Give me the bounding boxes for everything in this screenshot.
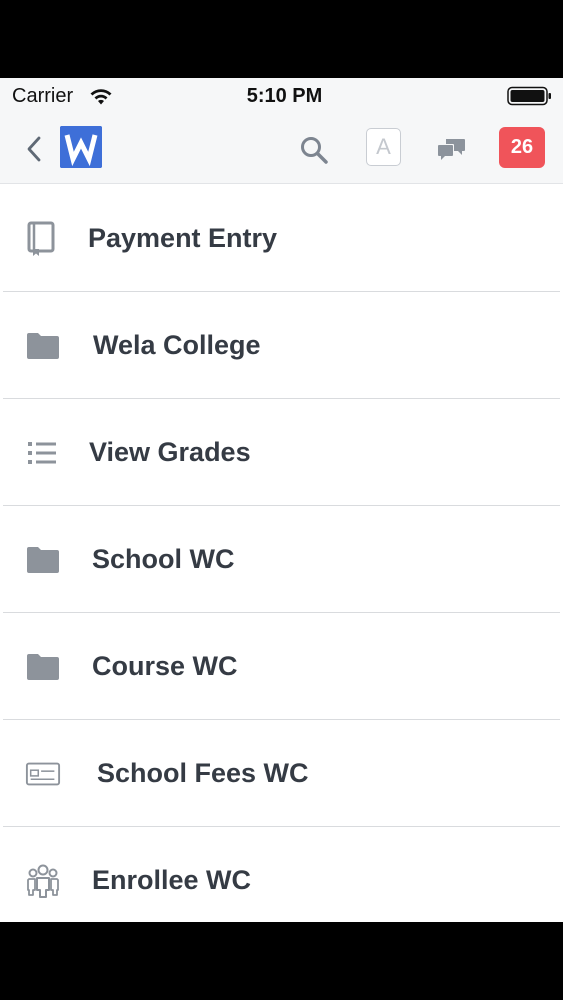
- list-item-label: Wela College: [93, 330, 261, 360]
- group-icon: [25, 863, 61, 899]
- notification-badge[interactable]: 26: [499, 127, 545, 168]
- list-item-label: School Fees WC: [97, 758, 309, 788]
- list-item-label: School WC: [92, 544, 235, 574]
- list-item-enrollee-wc[interactable]: Enrollee WC: [0, 827, 563, 922]
- list-item-label: Enrollee WC: [92, 865, 252, 895]
- list-item-school-wc[interactable]: School WC: [0, 506, 563, 613]
- navigation-bar: A 26: [0, 116, 563, 184]
- list-item-view-grades[interactable]: View Grades: [0, 399, 563, 506]
- list-item-label: View Grades: [89, 437, 251, 467]
- app-screen: Carrier 5:10 PM A 26 Payment Entry Wela …: [0, 78, 563, 922]
- status-time: 5:10 PM: [246, 85, 323, 107]
- card-icon: [25, 756, 61, 792]
- status-bar: Carrier 5:10 PM: [0, 78, 563, 116]
- folder-icon: [25, 649, 61, 685]
- list-icon: [25, 435, 61, 471]
- list-item-school-fees-wc[interactable]: School Fees WC: [0, 720, 563, 827]
- folder-icon: [25, 542, 61, 578]
- chat-icon[interactable]: [437, 136, 467, 162]
- list-item-course-wc[interactable]: Course WC: [0, 613, 563, 720]
- back-chevron-icon[interactable]: [24, 133, 44, 165]
- device-frame: Carrier 5:10 PM A 26 Payment Entry Wela …: [0, 0, 563, 1000]
- search-icon[interactable]: [299, 135, 329, 165]
- w-logo-icon: [60, 126, 102, 168]
- list-item-payment-entry[interactable]: Payment Entry: [0, 185, 563, 292]
- book-icon: [24, 221, 60, 257]
- app-logo[interactable]: [60, 126, 102, 168]
- list-item-label: Payment Entry: [88, 223, 278, 253]
- avatar-button[interactable]: A: [366, 128, 401, 166]
- list-item-label: Course WC: [92, 651, 238, 681]
- folder-icon: [25, 328, 61, 364]
- menu-list: Payment Entry Wela College View Grades S…: [0, 185, 563, 922]
- list-item-wela-college[interactable]: Wela College: [0, 292, 563, 399]
- battery-icon: [507, 86, 551, 106]
- avatar-letter: A: [376, 134, 391, 159]
